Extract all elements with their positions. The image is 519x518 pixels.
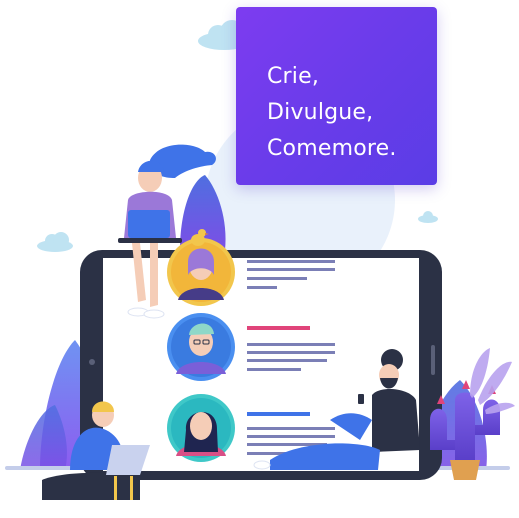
avatar [167, 313, 235, 381]
avatar [167, 238, 235, 306]
cloud-icon [418, 211, 438, 223]
hero-line-create: Crie, [267, 64, 320, 89]
avatar [167, 394, 235, 462]
hero-card: Crie, Divulgue, Comemore. [236, 7, 437, 185]
cloud-icon [37, 232, 73, 252]
hero-line-celebrate: Comemore. [267, 136, 397, 161]
hero-line-share: Divulgue, [267, 100, 374, 125]
